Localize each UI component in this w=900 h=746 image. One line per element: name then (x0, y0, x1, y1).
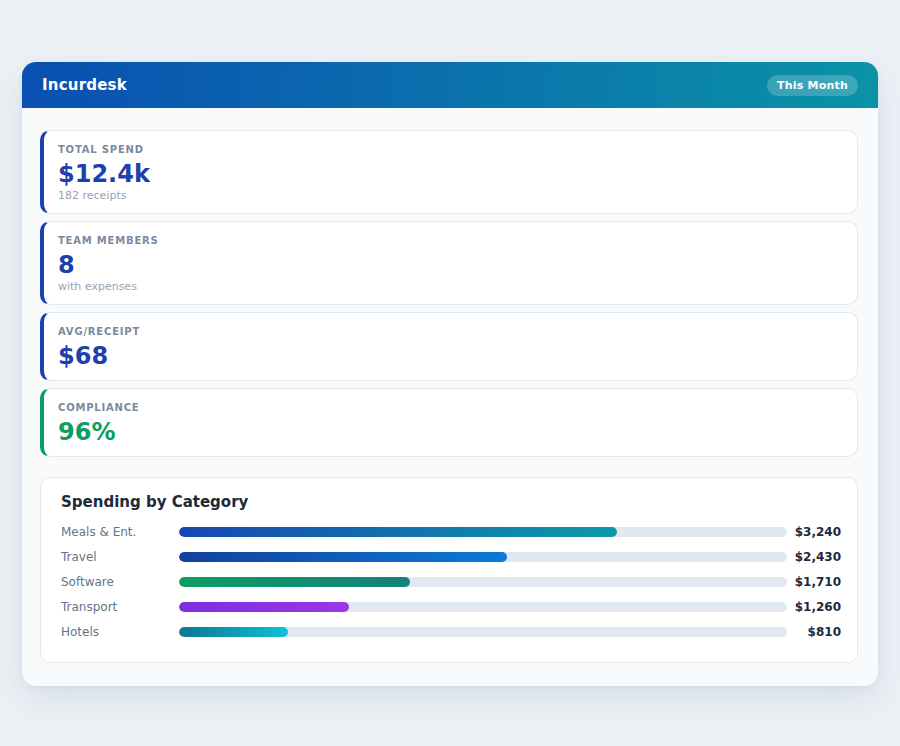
chart-row-hotels: Hotels $810 (61, 619, 841, 644)
spending-chart-card: Spending by Category Meals & Ent. $3,240 T… (40, 477, 858, 663)
stat-card-team-members: TEAM MEMBERS 8 with expenses (40, 221, 858, 305)
stat-card-total-spend: TOTAL SPEND $12.4k 182 receipts (40, 130, 858, 214)
category-label: Transport (61, 600, 179, 614)
stat-value: 8 (58, 252, 841, 278)
dashboard-card: Incurdesk This Month TOTAL SPEND $12.4k 18… (22, 62, 878, 686)
chart-row-software: Software $1,710 (61, 569, 841, 594)
app-title: Incurdesk (42, 76, 127, 94)
stat-label: COMPLIANCE (58, 402, 841, 414)
chart-rows: Meals & Ent. $3,240 Travel $2,430 Software $1… (61, 519, 841, 644)
category-label: Hotels (61, 625, 179, 639)
bar-fill (179, 627, 288, 637)
bar-fill (179, 552, 507, 562)
bar-track (179, 527, 787, 537)
stat-subtext: with expenses (58, 280, 841, 293)
stat-card-compliance: COMPLIANCE 96% (40, 388, 858, 457)
bar-fill (179, 577, 410, 587)
bar-track (179, 577, 787, 587)
stat-label: TOTAL SPEND (58, 144, 841, 156)
period-badge[interactable]: This Month (767, 75, 858, 96)
stat-value: $12.4k (58, 161, 841, 187)
stat-label: AVG/RECEIPT (58, 326, 841, 338)
category-value: $810 (787, 625, 841, 639)
stat-value: 96% (58, 419, 841, 445)
bar-fill (179, 602, 349, 612)
stat-subtext: 182 receipts (58, 189, 841, 202)
bar-fill (179, 527, 617, 537)
bar-track (179, 627, 787, 637)
bar-track (179, 602, 787, 612)
category-value: $1,710 (787, 575, 841, 589)
dashboard-content: TOTAL SPEND $12.4k 182 receipts TEAM MEMBER… (22, 108, 878, 663)
category-label: Travel (61, 550, 179, 564)
stat-card-avg-receipt: AVG/RECEIPT $68 (40, 312, 858, 381)
category-value: $3,240 (787, 525, 841, 539)
chart-title: Spending by Category (61, 494, 841, 510)
chart-row-travel: Travel $2,430 (61, 544, 841, 569)
stat-value: $68 (58, 343, 841, 369)
app-header: Incurdesk This Month (22, 62, 878, 108)
stat-label: TEAM MEMBERS (58, 235, 841, 247)
bar-track (179, 552, 787, 562)
category-value: $2,430 (787, 550, 841, 564)
chart-row-meals-ent-: Meals & Ent. $3,240 (61, 519, 841, 544)
category-label: Meals & Ent. (61, 525, 179, 539)
chart-row-transport: Transport $1,260 (61, 594, 841, 619)
stats-section: TOTAL SPEND $12.4k 182 receipts TEAM MEMBER… (40, 130, 858, 457)
category-label: Software (61, 575, 179, 589)
category-value: $1,260 (787, 600, 841, 614)
